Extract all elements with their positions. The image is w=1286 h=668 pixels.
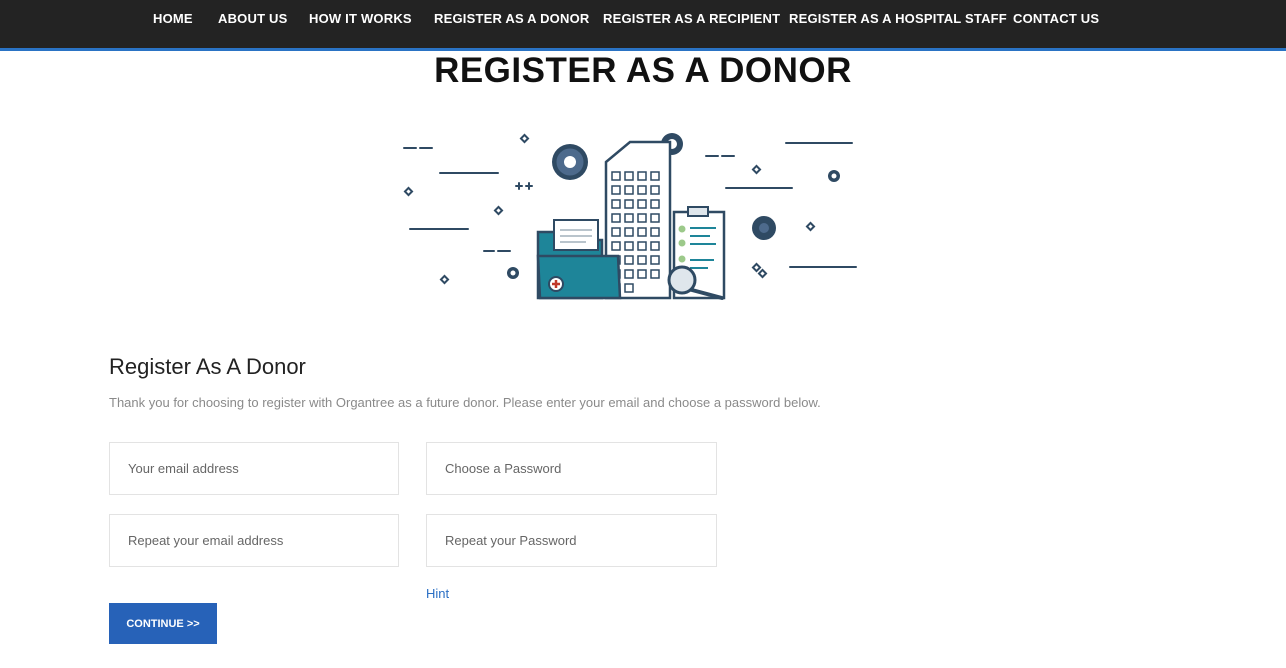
email-field[interactable] bbox=[109, 442, 399, 495]
hint-link[interactable]: Hint bbox=[426, 586, 449, 601]
nav-item-register-hospital-staff[interactable]: REGISTER AS A HOSPITAL STAFF bbox=[789, 11, 1007, 26]
nav-item-how-it-works[interactable]: HOW IT WORKS bbox=[309, 11, 412, 26]
top-navigation-bar: HOME ABOUT US HOW IT WORKS REGISTER AS A… bbox=[0, 0, 1286, 51]
page-title: REGISTER AS A DONOR bbox=[434, 51, 852, 90]
repeat-password-field[interactable] bbox=[426, 514, 717, 567]
continue-button[interactable]: CONTINUE >> bbox=[109, 603, 217, 644]
nav-menu: HOME ABOUT US HOW IT WORKS REGISTER AS A… bbox=[0, 0, 1286, 38]
repeat-email-field[interactable] bbox=[109, 514, 399, 567]
password-field[interactable] bbox=[426, 442, 717, 495]
nav-item-contact-us[interactable]: CONTACT US bbox=[1013, 11, 1099, 26]
nav-item-register-donor[interactable]: REGISTER AS A DONOR bbox=[434, 11, 589, 26]
hero-illustration bbox=[403, 133, 857, 300]
form-title: Register As A Donor bbox=[109, 354, 306, 379]
form-subtitle: Thank you for choosing to register with … bbox=[109, 395, 821, 410]
nav-item-register-recipient[interactable]: REGISTER AS A RECIPIENT bbox=[603, 11, 780, 26]
nav-item-home[interactable]: HOME bbox=[153, 11, 193, 26]
nav-item-about-us[interactable]: ABOUT US bbox=[218, 11, 288, 26]
